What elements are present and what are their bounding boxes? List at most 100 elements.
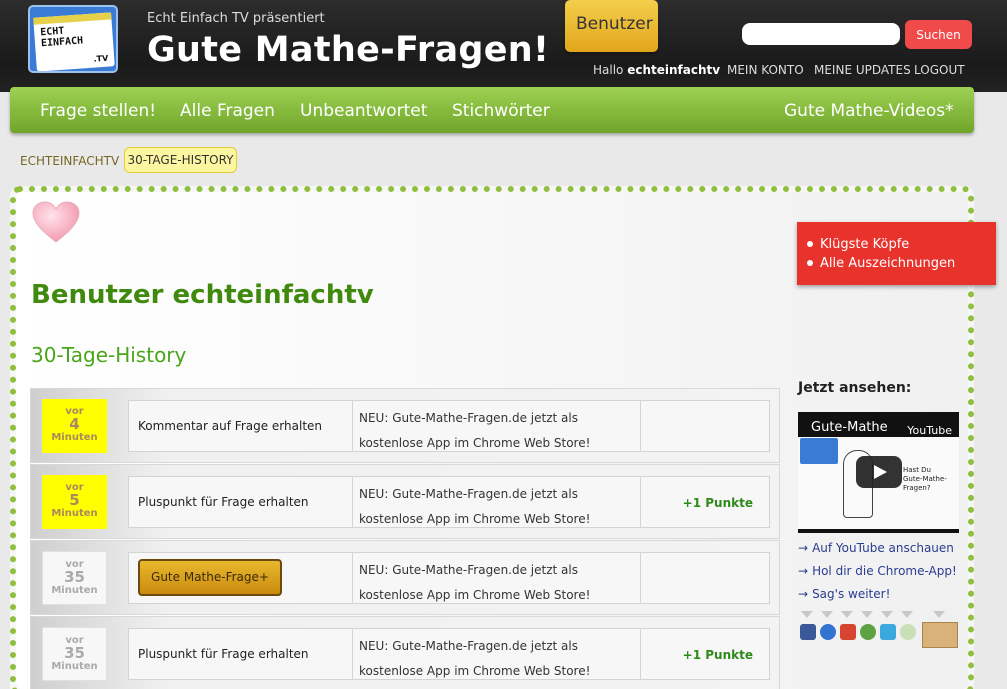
nav-unanswered[interactable]: Unbeantwortet bbox=[300, 101, 427, 121]
arrow-right-icon: → bbox=[798, 564, 809, 578]
chevron-down-icon bbox=[881, 611, 893, 618]
youtube-link-label: Auf YouTube anschauen bbox=[812, 541, 954, 555]
arrow-right-icon: → bbox=[798, 587, 809, 601]
action-text: Pluspunkt für Frage erhalten bbox=[138, 495, 309, 509]
news-text[interactable]: NEU: Gute-Mathe-Fragen.de jetzt als kost… bbox=[359, 634, 636, 684]
time-number: 4 bbox=[69, 415, 80, 433]
points-text: +1 Punkte bbox=[682, 496, 753, 510]
greeting-text: Hallo bbox=[593, 63, 624, 77]
arrow-right-icon: → bbox=[798, 541, 809, 555]
video-logo bbox=[800, 438, 838, 464]
chevron-down-icon bbox=[801, 611, 813, 618]
points-cell: +1 Punkte bbox=[640, 476, 770, 528]
chevron-down-icon bbox=[861, 611, 873, 618]
search-button[interactable]: Suchen bbox=[905, 20, 972, 49]
time-unit: Minuten bbox=[51, 661, 98, 672]
news-cell[interactable]: NEU: Gute-Mathe-Fragen.de jetzt als kost… bbox=[352, 628, 641, 680]
facebook-icon[interactable] bbox=[800, 624, 816, 640]
action-cell: Kommentar auf Frage erhalten bbox=[128, 400, 353, 452]
watch-heading: Jetzt ansehen: bbox=[798, 380, 912, 396]
action-text: Pluspunkt für Frage erhalten bbox=[138, 647, 309, 661]
site-header: ECHT EINFACH .TV Echt Einfach TV präsent… bbox=[0, 0, 1007, 92]
video-player[interactable]: Hast Du Gute-Mathe-Fragen? Gute-Mathe Yo… bbox=[798, 412, 959, 533]
history-heading: 30-Tage-History bbox=[31, 343, 187, 367]
time-unit: Minuten bbox=[51, 432, 98, 443]
myspace-icon[interactable] bbox=[860, 624, 876, 640]
logout-link[interactable]: LOGOUT bbox=[914, 63, 965, 77]
action-cell: Pluspunkt für Frage erhalten bbox=[128, 476, 353, 528]
chevron-down-icon bbox=[821, 611, 833, 618]
nav-math-videos[interactable]: Gute Mathe-Videos* bbox=[784, 101, 954, 121]
news-cell[interactable]: NEU: Gute-Mathe-Fragen.de jetzt als kost… bbox=[352, 400, 641, 452]
points-cell bbox=[640, 400, 770, 452]
email-icon[interactable] bbox=[900, 624, 916, 640]
my-updates-link[interactable]: MEINE UPDATES bbox=[814, 63, 911, 77]
play-icon[interactable] bbox=[856, 456, 902, 488]
site-logo[interactable]: ECHT EINFACH .TV bbox=[28, 5, 118, 73]
bullet-icon bbox=[807, 259, 813, 266]
breadcrumb-user[interactable]: ECHTEINFACHTV bbox=[20, 154, 119, 168]
time-number: 35 bbox=[64, 644, 85, 662]
time-badge: vor 5 Minuten bbox=[42, 475, 107, 529]
delicious-icon[interactable] bbox=[820, 624, 836, 640]
username[interactable]: echteinfachtv bbox=[627, 63, 720, 77]
main-nav: Frage stellen! Alle Fragen Unbeantwortet… bbox=[10, 87, 974, 133]
chrome-app-link-label: Hol dir die Chrome-App! bbox=[812, 564, 957, 578]
twitter-icon[interactable] bbox=[880, 624, 896, 640]
logo-tv: .TV bbox=[93, 53, 109, 64]
google-plus-icon[interactable] bbox=[840, 624, 856, 640]
nav-users-label: Benutzer bbox=[576, 14, 653, 34]
nav-tags[interactable]: Stichwörter bbox=[452, 101, 550, 121]
points-cell: +1 Punkte bbox=[640, 628, 770, 680]
awards-ribbon: Klügste Köpfe Alle Auszeichnungen bbox=[797, 222, 996, 285]
news-cell[interactable]: NEU: Gute-Mathe-Fragen.de jetzt als kost… bbox=[352, 552, 641, 604]
time-badge: vor 4 Minuten bbox=[42, 399, 107, 453]
user-greeting: Hallo echteinfachtv bbox=[593, 63, 720, 77]
nav-all-questions[interactable]: Alle Fragen bbox=[180, 101, 275, 121]
chevron-down-icon bbox=[901, 611, 913, 618]
ribbon-top-minds[interactable]: Klügste Köpfe bbox=[807, 237, 909, 252]
video-caption-text: Hast Du Gute-Mathe-Fragen? bbox=[903, 466, 947, 492]
breadcrumb-history[interactable]: 30-TAGE-HISTORY bbox=[124, 147, 237, 173]
time-number: 35 bbox=[64, 568, 85, 586]
action-text: Kommentar auf Frage erhalten bbox=[138, 419, 323, 433]
time-badge: vor 35 Minuten bbox=[42, 627, 107, 681]
user-heading: Benutzer echteinfachtv bbox=[31, 280, 374, 310]
chevron-down-icon bbox=[841, 611, 853, 618]
presents-text: Echt Einfach TV präsentiert bbox=[147, 11, 325, 26]
youtube-logo: YouTube bbox=[907, 424, 952, 437]
ribbon-top-minds-label: Klügste Köpfe bbox=[820, 237, 910, 252]
nav-ask-question[interactable]: Frage stellen! bbox=[40, 101, 156, 121]
news-cell[interactable]: NEU: Gute-Mathe-Fragen.de jetzt als kost… bbox=[352, 476, 641, 528]
action-cell: Gute Mathe-Frage+ bbox=[128, 552, 353, 604]
search-input[interactable] bbox=[742, 23, 900, 45]
bookmark-icon[interactable] bbox=[922, 622, 958, 648]
points-cell bbox=[640, 552, 770, 604]
history-row: vor 5 Minuten Pluspunkt für Frage erhalt… bbox=[30, 464, 780, 539]
time-badge: vor 35 Minuten bbox=[42, 551, 107, 605]
youtube-link[interactable]: → Auf YouTube anschauen bbox=[798, 541, 954, 555]
badge-medal[interactable]: Gute Mathe-Frage+ bbox=[138, 559, 282, 596]
time-number: 5 bbox=[69, 491, 80, 509]
site-title[interactable]: Gute Mathe-Fragen! bbox=[147, 30, 549, 70]
history-row: vor 4 Minuten Kommentar auf Frage erhalt… bbox=[30, 388, 780, 463]
bullet-icon bbox=[807, 240, 813, 247]
history-row: vor 35 Minuten Pluspunkt für Frage erhal… bbox=[30, 616, 780, 689]
ribbon-all-awards[interactable]: Alle Auszeichnungen bbox=[807, 256, 955, 271]
chrome-app-link[interactable]: → Hol dir die Chrome-App! bbox=[798, 564, 957, 578]
my-account-link[interactable]: MEIN KONTO bbox=[727, 63, 804, 77]
news-text[interactable]: NEU: Gute-Mathe-Fragen.de jetzt als kost… bbox=[359, 558, 636, 608]
time-unit: Minuten bbox=[51, 508, 98, 519]
chevron-down-icon bbox=[933, 611, 945, 618]
ribbon-all-awards-label: Alle Auszeichnungen bbox=[820, 256, 956, 271]
logo-card: ECHT EINFACH .TV bbox=[33, 12, 115, 71]
time-unit: Minuten bbox=[51, 585, 98, 596]
share-link[interactable]: → Sag's weiter! bbox=[798, 587, 890, 601]
news-text[interactable]: NEU: Gute-Mathe-Fragen.de jetzt als kost… bbox=[359, 406, 636, 456]
nav-users-active[interactable]: Benutzer bbox=[565, 0, 658, 52]
history-row: vor 35 Minuten Gute Mathe-Frage+ NEU: Gu… bbox=[30, 540, 780, 615]
share-link-label: Sag's weiter! bbox=[812, 587, 891, 601]
action-cell: Pluspunkt für Frage erhalten bbox=[128, 628, 353, 680]
news-text[interactable]: NEU: Gute-Mathe-Fragen.de jetzt als kost… bbox=[359, 482, 636, 532]
video-title: Gute-Mathe bbox=[811, 420, 888, 435]
